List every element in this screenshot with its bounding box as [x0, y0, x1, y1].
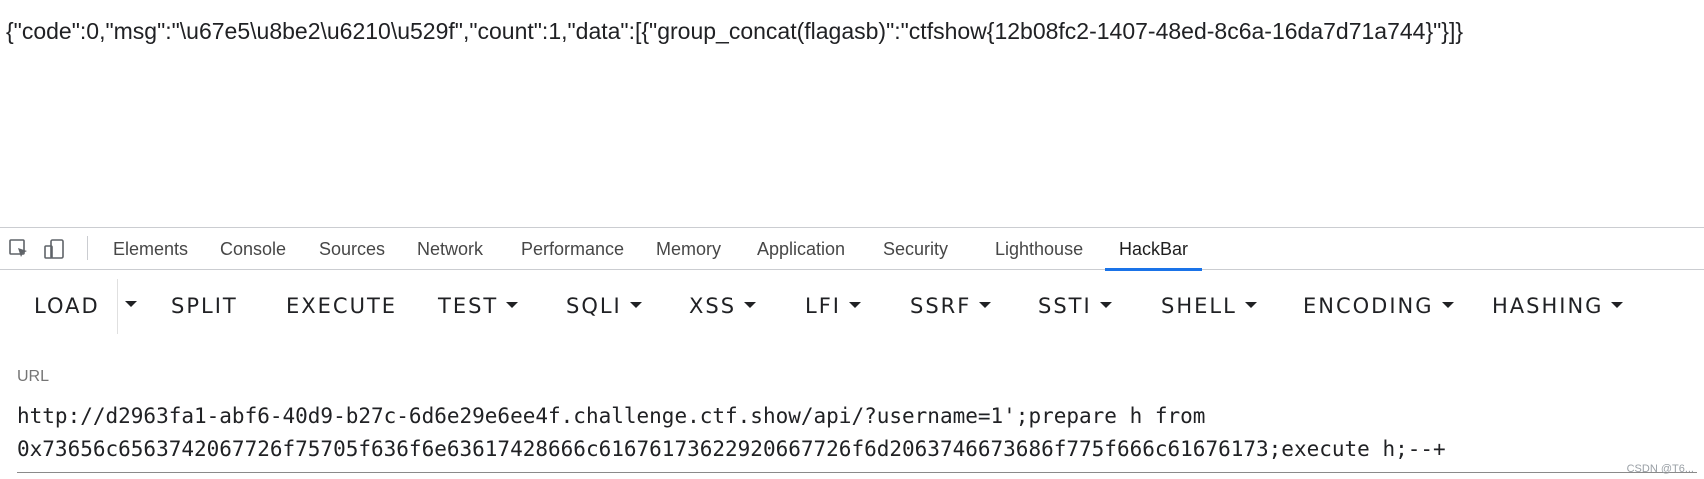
- tab-performance[interactable]: Performance: [521, 228, 624, 270]
- url-input-line-1: http://d2963fa1-abf6-40d9-b27c-6d6e29e6e…: [17, 404, 1206, 428]
- device-toolbar-icon[interactable]: [43, 238, 65, 260]
- split-button[interactable]: SPLIT: [171, 271, 238, 341]
- chevron-down-icon: [1611, 302, 1624, 308]
- chevron-down-icon: [848, 302, 861, 308]
- tab-network[interactable]: Network: [417, 228, 483, 270]
- tab-lighthouse[interactable]: Lighthouse: [995, 228, 1083, 270]
- load-dropdown-button[interactable]: [124, 271, 138, 341]
- url-input-underline: [17, 472, 1697, 473]
- inspect-element-icon[interactable]: [8, 238, 30, 260]
- execute-button[interactable]: EXECUTE: [286, 271, 397, 341]
- test-menu-label: TEST: [438, 294, 499, 318]
- tab-console[interactable]: Console: [220, 228, 286, 270]
- url-field-label: URL: [17, 368, 50, 385]
- xss-menu-button[interactable]: XSS: [689, 271, 757, 341]
- ssti-menu-label: SSTI: [1038, 294, 1092, 318]
- chevron-down-icon: [979, 302, 992, 308]
- shell-menu-button[interactable]: SHELL: [1161, 271, 1257, 341]
- tab-hackbar[interactable]: HackBar: [1104, 228, 1203, 271]
- lfi-menu-label: LFI: [805, 294, 841, 318]
- url-input[interactable]: http://d2963fa1-abf6-40d9-b27c-6d6e29e6e…: [17, 400, 1697, 466]
- tab-application[interactable]: Application: [757, 228, 845, 270]
- tab-memory[interactable]: Memory: [656, 228, 721, 270]
- chevron-down-icon: [506, 302, 519, 308]
- chevron-down-icon: [744, 302, 757, 308]
- test-menu-button[interactable]: TEST: [438, 271, 519, 341]
- chevron-down-icon: [125, 301, 137, 307]
- url-input-line-2: 0x73656c6563742067726f75705f636f6e636174…: [17, 437, 1446, 461]
- hashing-menu-label: HASHING: [1492, 294, 1604, 318]
- lfi-menu-button[interactable]: LFI: [805, 271, 861, 341]
- tab-separator: [87, 236, 88, 260]
- ssrf-menu-label: SSRF: [910, 294, 972, 318]
- sqli-menu-button[interactable]: SQLI: [566, 271, 642, 341]
- chevron-down-icon: [1099, 302, 1112, 308]
- tab-sources[interactable]: Sources: [319, 228, 385, 270]
- ssrf-menu-button[interactable]: SSRF: [910, 271, 992, 341]
- hashing-menu-button[interactable]: HASHING: [1492, 271, 1624, 341]
- chevron-down-icon: [1441, 302, 1454, 308]
- watermark: CSDN @T6...: [1626, 463, 1694, 475]
- xss-menu-label: XSS: [689, 294, 737, 318]
- api-response-text: {"code":0,"msg":"\u67e5\u8be2\u6210\u529…: [6, 18, 1464, 44]
- devtools-tab-bar: Elements Console Sources Network Perform…: [0, 228, 1704, 271]
- devtools-panel: Elements Console Sources Network Perform…: [0, 227, 1704, 479]
- load-split-divider: [117, 279, 118, 334]
- load-button[interactable]: LOAD: [34, 271, 100, 341]
- sqli-menu-label: SQLI: [566, 294, 622, 318]
- chevron-down-icon: [1244, 302, 1257, 308]
- hackbar-toolbar: LOAD SPLIT EXECUTE TEST SQLI XSS LFI SSR…: [0, 271, 1704, 341]
- encoding-menu-label: ENCODING: [1303, 294, 1434, 318]
- tab-elements[interactable]: Elements: [113, 228, 188, 270]
- shell-menu-label: SHELL: [1161, 294, 1237, 318]
- encoding-menu-button[interactable]: ENCODING: [1303, 271, 1454, 341]
- ssti-menu-button[interactable]: SSTI: [1038, 271, 1112, 341]
- tab-security[interactable]: Security: [883, 228, 948, 270]
- chevron-down-icon: [629, 302, 642, 308]
